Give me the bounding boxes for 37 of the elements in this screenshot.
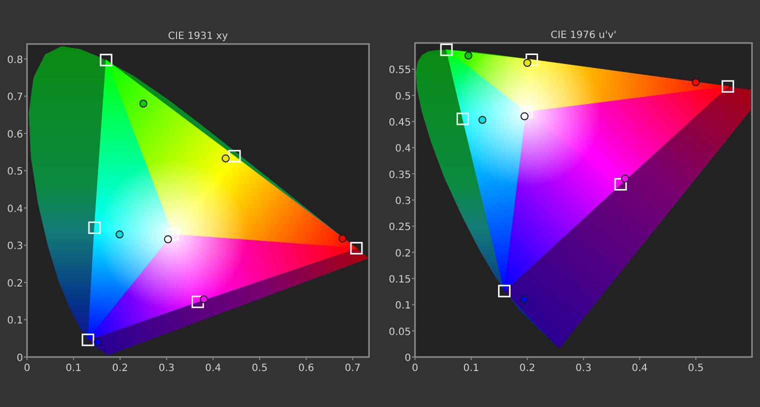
axis-tick-label: 0.15	[388, 274, 411, 286]
axis-tick-label: 0.4	[395, 144, 411, 155]
axis-tick-label: 0.4	[632, 363, 648, 374]
axis-tick-label: 0.1	[66, 363, 82, 374]
axis-tick-label: 0.25	[388, 222, 411, 234]
axis-tick-label: 0.3	[576, 363, 592, 374]
axis-tick-label: 0.05	[388, 326, 411, 338]
axis-tick-label: 0.8	[7, 54, 23, 66]
axis-tick-label: 0.1	[463, 363, 480, 374]
axis-tick-label: 0.3	[395, 196, 411, 207]
axis-tick-label: 0	[412, 363, 418, 374]
axis-tick-label: 0.2	[519, 363, 536, 374]
axis-tick-label: 0.5	[688, 363, 704, 374]
chart-title: CIE 1976 u'v'	[550, 30, 616, 41]
axis-tick-label: 0.55	[388, 65, 411, 76]
axis-tick-label: 0.2	[7, 278, 23, 290]
axis-tick-label: 0.2	[395, 248, 411, 260]
axis-tick-label: 0.6	[7, 129, 23, 140]
axis-tick-label: 0.1	[7, 316, 23, 327]
axis-tick-label: 0.5	[395, 91, 411, 102]
axis-tick-label: 0.45	[388, 118, 411, 128]
axis-tick-label: 0	[24, 363, 30, 374]
axis-tick-label: 0.3	[7, 241, 23, 252]
axis-tick-label: 0	[404, 353, 411, 364]
axis-tick-label: 0.5	[7, 166, 23, 178]
axis-tick-label: 0.35	[388, 170, 411, 181]
axis-tick-label: 0.7	[7, 92, 23, 104]
chart-title: CIE 1931 xy	[168, 31, 228, 42]
axis-tick-label: 0.4	[205, 363, 222, 374]
axis-tick-label: 0.3	[158, 363, 175, 374]
axis-tick-label: 0.7	[344, 363, 361, 374]
axis-tick-label: 0	[16, 353, 23, 364]
axis-tick-label: 0.2	[112, 363, 128, 374]
axis-tick-label: 0.4	[7, 204, 23, 215]
axis-tick-label: 0.6	[298, 363, 314, 374]
axis-tick-label: 0.5	[252, 363, 268, 374]
axis-tick-label: 0.1	[395, 300, 411, 312]
